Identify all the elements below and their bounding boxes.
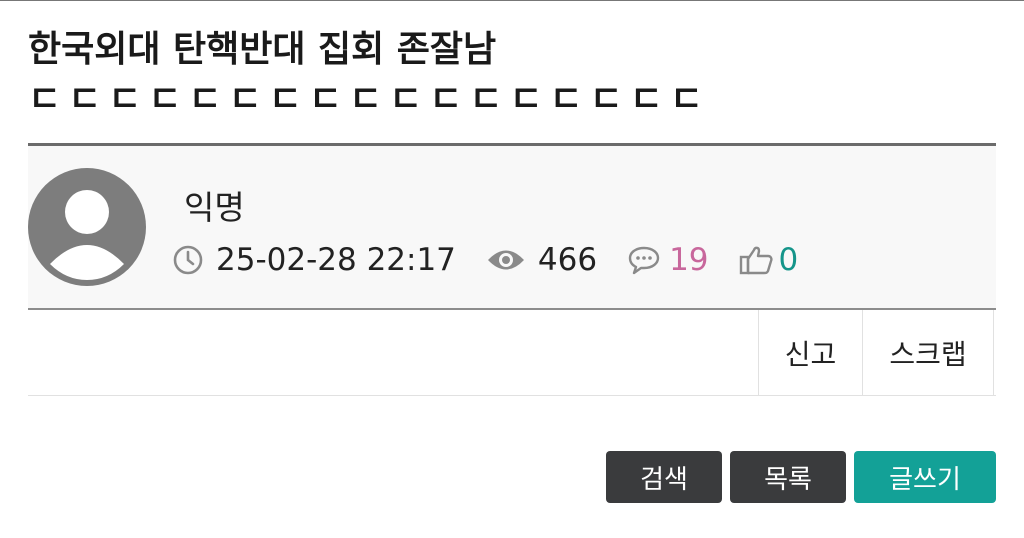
author-name[interactable]: 익명: [184, 181, 245, 229]
like-count: 0: [778, 242, 799, 278]
speech-bubble-icon: [627, 245, 661, 275]
eye-icon: [486, 247, 526, 273]
post-view: 한국외대 탄핵반대 집회 존잘남 ㄷㄷㄷㄷㄷㄷㄷㄷㄷㄷㄷㄷㄷㄷㄷㄷㄷ 익명 25…: [0, 0, 1024, 538]
post-title: 한국외대 탄핵반대 집회 존잘남: [28, 29, 497, 70]
search-button[interactable]: 검색: [606, 451, 722, 503]
thumbs-up-icon: [739, 244, 773, 276]
comment-count: 19: [669, 242, 709, 278]
default-avatar-icon: [28, 168, 146, 286]
post-datetime: 25-02-28 22:17: [216, 242, 456, 278]
post-action-bar: 신고 스크랩: [28, 310, 996, 396]
write-button[interactable]: 글쓰기: [854, 451, 996, 503]
top-divider: [0, 0, 1024, 1]
author-info-panel: 익명 25-02-28 22:17 466 19 0: [28, 143, 996, 310]
list-button[interactable]: 목록: [730, 451, 846, 503]
report-button[interactable]: 신고: [758, 310, 862, 395]
view-count: 466: [537, 242, 598, 278]
scrap-button[interactable]: 스크랩: [862, 310, 994, 395]
clock-icon: [172, 244, 204, 276]
post-body-preview: ㄷㄷㄷㄷㄷㄷㄷㄷㄷㄷㄷㄷㄷㄷㄷㄷㄷ: [28, 79, 711, 120]
post-meta: 25-02-28 22:17 466 19 0: [172, 240, 798, 280]
